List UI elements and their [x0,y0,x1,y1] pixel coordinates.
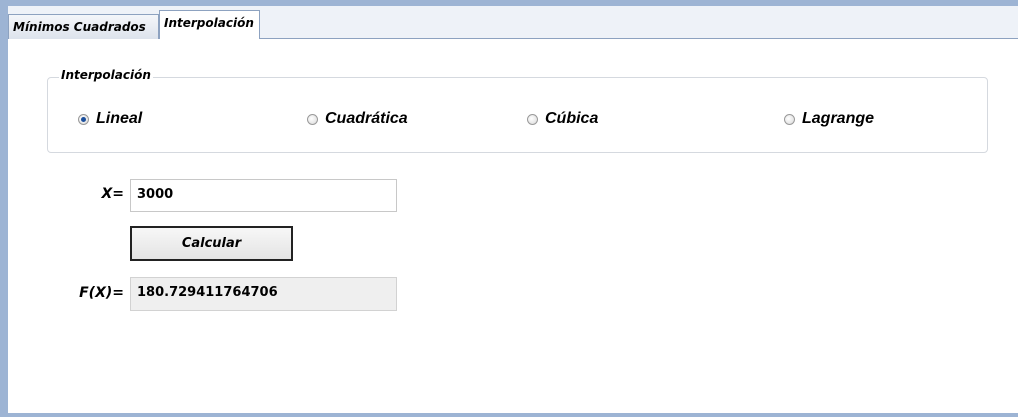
interpolation-group-title: Interpolación [59,68,153,82]
radio-cuadratica-indicator[interactable] [307,113,318,125]
fx-output: 180.729411764706 [130,277,397,311]
radio-cubica-indicator[interactable] [527,113,538,125]
tab-strip: Mínimos Cuadrados Interpolación [8,6,1018,40]
radio-lagrange-label[interactable]: Lagrange [802,110,874,128]
radio-cuadratica[interactable]: Cuadrática [307,110,408,128]
tab-content-panel: Interpolación Lineal Cuadrática Cúbica L… [8,39,1018,413]
radio-cubica[interactable]: Cúbica [527,110,598,128]
x-field-label: X= [101,186,124,202]
window-frame-left [0,0,8,417]
radio-lineal-indicator[interactable] [78,113,89,125]
radio-cubica-label[interactable]: Cúbica [545,110,598,128]
radio-lineal-label[interactable]: Lineal [96,110,142,128]
radio-cuadratica-label[interactable]: Cuadrática [325,110,408,128]
x-input[interactable]: 3000 [130,179,397,212]
radio-lineal[interactable]: Lineal [78,110,142,128]
calcular-button[interactable]: Calcular [130,226,293,261]
radio-lagrange-indicator[interactable] [784,113,795,125]
fx-field-label: F(X)= [79,285,124,301]
app-window: Mínimos Cuadrados Interpolación Interpol… [0,0,1018,417]
tab-minimos-cuadrados[interactable]: Mínimos Cuadrados [8,14,159,39]
tab-interpolacion[interactable]: Interpolación [159,10,260,40]
radio-lagrange[interactable]: Lagrange [784,110,874,128]
window-frame-bottom [0,413,1018,417]
